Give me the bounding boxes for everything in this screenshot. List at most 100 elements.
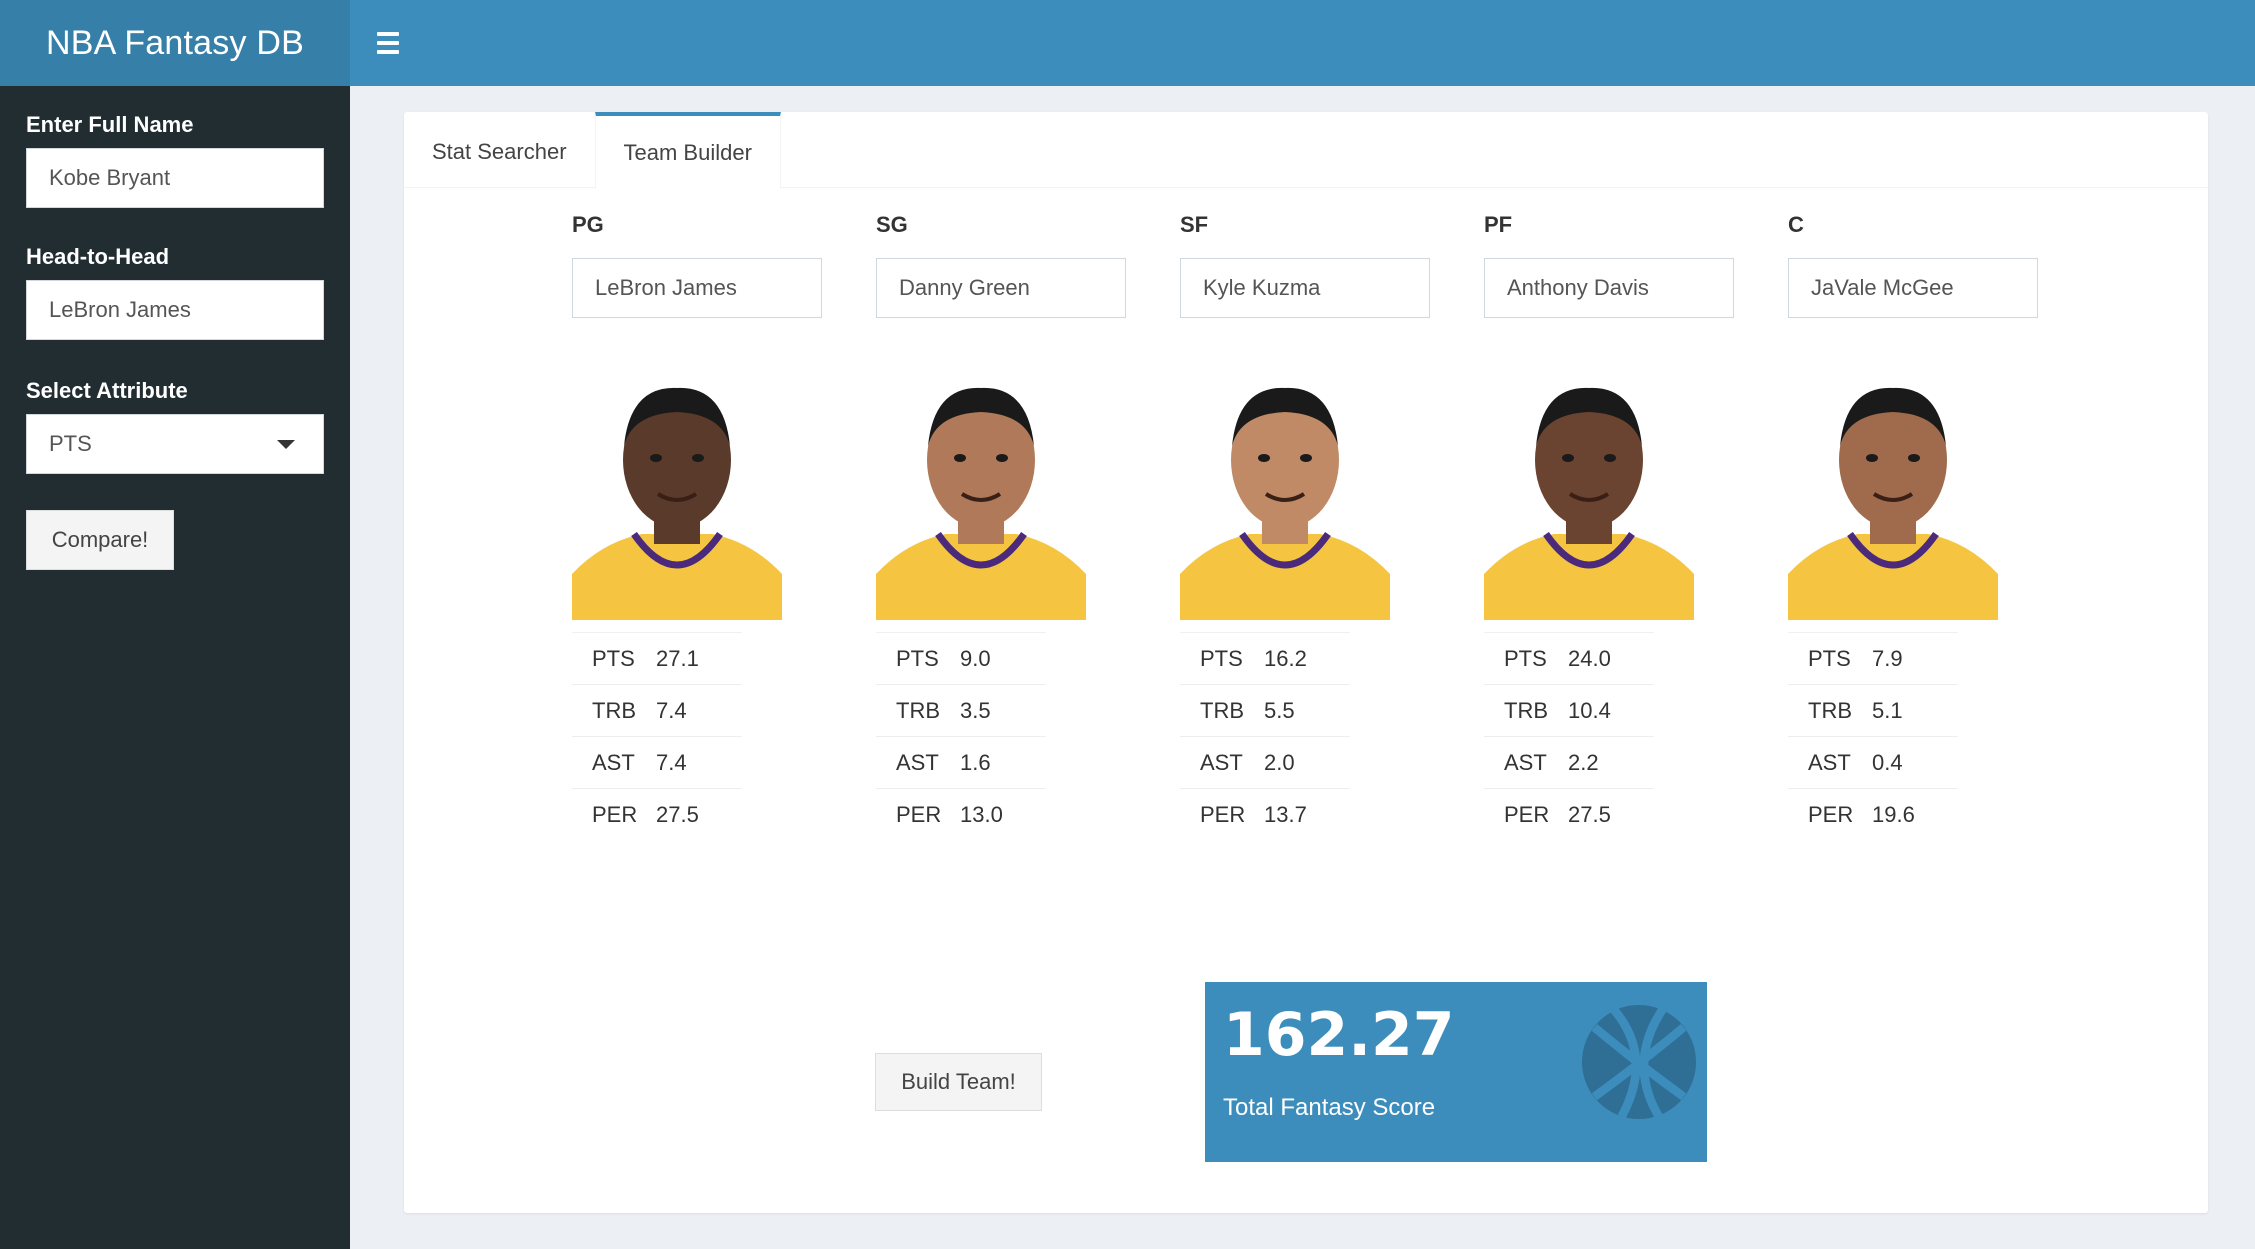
stat-name: PTS: [896, 645, 939, 671]
player-name-input[interactable]: Danny Green: [876, 258, 1126, 318]
stat-name: AST: [592, 749, 635, 775]
stat-value: 5.5: [1264, 697, 1295, 723]
stat-name: TRB: [592, 697, 636, 723]
stat-name: PER: [1808, 801, 1854, 827]
sidebar: Enter Full Name Kobe Bryant Head-to-Head…: [0, 86, 350, 1249]
stat-name: AST: [1200, 749, 1243, 775]
fantasy-score-box: 162.27 Total Fantasy Score: [1205, 982, 1707, 1162]
select-attribute-label: Select Attribute: [26, 378, 188, 403]
player-photo: [1484, 374, 1694, 620]
tab-stat-searcher[interactable]: Stat Searcher: [404, 112, 595, 188]
player-photo: [1788, 374, 1998, 620]
stat-name: PTS: [1808, 645, 1851, 671]
player-photo: [876, 374, 1086, 620]
player-photo: [572, 374, 782, 620]
stat-value: 27.1: [656, 645, 699, 671]
app-root: NBA Fantasy DB Enter Full Name Kobe Brya…: [0, 0, 2255, 1249]
stat-value: 27.5: [656, 801, 699, 827]
stat-value: 13.7: [1264, 801, 1307, 827]
stat-value: 24.0: [1568, 645, 1611, 671]
stat-row: PTS 24.0: [1484, 632, 1654, 684]
player-column-c: C JaVale McGee PTS 7.9 TRB 5.1 AST 0.4 PER 19.6: [1788, 212, 2038, 840]
player-name-input[interactable]: Kyle Kuzma: [1180, 258, 1430, 318]
stat-row: PTS 9.0: [876, 632, 1046, 684]
player-photo: [1180, 374, 1390, 620]
head-to-head-input[interactable]: LeBron James: [26, 280, 324, 340]
top-navbar: [350, 0, 2255, 86]
player-stats-table: PTS 7.9 TRB 5.1 AST 0.4 PER 19.6: [1788, 632, 1958, 840]
position-label: PF: [1484, 212, 1513, 237]
stat-name: PTS: [1200, 645, 1243, 671]
player-column-pf: PF Anthony Davis PTS 24.0 TRB 10.4 AST 2.2 PER 27…: [1484, 212, 1734, 840]
player-stats-table: PTS 24.0 TRB 10.4 AST 2.2 PER 27.5: [1484, 632, 1654, 840]
stat-value: 16.2: [1264, 645, 1307, 671]
stat-row: PTS 27.1: [572, 632, 742, 684]
stat-value: 5.1: [1872, 697, 1903, 723]
attribute-select-value: PTS: [49, 431, 92, 456]
player-name-input[interactable]: JaVale McGee: [1788, 258, 2038, 318]
tab-team-builder[interactable]: Team Builder: [594, 112, 781, 189]
stat-value: 7.9: [1872, 645, 1903, 671]
stat-name: AST: [1808, 749, 1851, 775]
stat-row: PTS 16.2: [1180, 632, 1350, 684]
attribute-select[interactable]: PTS: [26, 414, 324, 474]
compare-button[interactable]: Compare!: [26, 510, 174, 570]
stat-row: PER 27.5: [572, 788, 742, 840]
app-title[interactable]: NBA Fantasy DB: [0, 0, 350, 86]
stat-value: 0.4: [1872, 749, 1903, 775]
stat-name: PTS: [1504, 645, 1547, 671]
position-label: SG: [876, 212, 908, 237]
fantasy-score-label: Total Fantasy Score: [1223, 1094, 1436, 1121]
stat-value: 27.5: [1568, 801, 1611, 827]
position-label: PG: [572, 212, 604, 237]
stat-name: PER: [1200, 801, 1246, 827]
stat-value: 2.0: [1264, 749, 1295, 775]
player-stats-table: PTS 27.1 TRB 7.4 AST 7.4 PER 27.5: [572, 632, 742, 840]
full-name-label: Enter Full Name: [26, 112, 194, 137]
player-name-input[interactable]: Anthony Davis: [1484, 258, 1734, 318]
stat-row: TRB 5.5: [1180, 684, 1350, 736]
stat-row: PER 13.7: [1180, 788, 1350, 840]
stat-row: PTS 7.9: [1788, 632, 1958, 684]
full-name-input[interactable]: Kobe Bryant: [26, 148, 324, 208]
hamburger-icon[interactable]: [374, 24, 412, 62]
player-stats-table: PTS 9.0 TRB 3.5 AST 1.6 PER 13.0: [876, 632, 1046, 840]
stat-value: 7.4: [656, 697, 687, 723]
stat-name: AST: [896, 749, 939, 775]
fantasy-score-value: 162.27: [1223, 1000, 1455, 1070]
stat-name: PER: [592, 801, 638, 827]
team-positions: PG LeBron James PTS 27.1 TRB 7.4 AST 7.4 PER 27.5…: [572, 212, 2038, 840]
stat-row: TRB 5.1: [1788, 684, 1958, 736]
build-team-button[interactable]: Build Team!: [875, 1053, 1042, 1111]
stat-name: TRB: [1504, 697, 1548, 723]
stat-row: AST 7.4: [572, 736, 742, 788]
player-column-sf: SF Kyle Kuzma PTS 16.2 TRB 5.5 AST 2.0 PER 13.7: [1180, 212, 1430, 840]
stat-row: PER 19.6: [1788, 788, 1958, 840]
stat-name: PER: [1504, 801, 1550, 827]
player-name-input[interactable]: LeBron James: [572, 258, 822, 318]
stat-name: TRB: [896, 697, 940, 723]
caret-down-icon: [277, 439, 295, 449]
player-stats-table: PTS 16.2 TRB 5.5 AST 2.0 PER 13.7: [1180, 632, 1350, 840]
stat-row: TRB 7.4: [572, 684, 742, 736]
stat-value: 9.0: [960, 645, 991, 671]
stat-row: TRB 3.5: [876, 684, 1046, 736]
stat-row: AST 2.2: [1484, 736, 1654, 788]
stat-value: 19.6: [1872, 801, 1915, 827]
stat-name: PER: [896, 801, 942, 827]
stat-value: 1.6: [960, 749, 991, 775]
stat-row: AST 1.6: [876, 736, 1046, 788]
basketball-icon: [1581, 1004, 1697, 1120]
stat-row: PER 13.0: [876, 788, 1046, 840]
tab-bar: Stat Searcher Team Builder: [404, 112, 2208, 189]
stat-row: AST 2.0: [1180, 736, 1350, 788]
head-to-head-label: Head-to-Head: [26, 244, 170, 269]
main-panel: Stat Searcher Team Builder PG LeBron Jame…: [404, 112, 2208, 1213]
position-label: SF: [1180, 212, 1209, 237]
player-column-sg: SG Danny Green PTS 9.0 TRB 3.5 AST 1.6 PER 13.0: [876, 212, 1126, 840]
stat-row: TRB 10.4: [1484, 684, 1654, 736]
stat-value: 2.2: [1568, 749, 1599, 775]
position-label: C: [1788, 212, 1804, 237]
stat-name: AST: [1504, 749, 1547, 775]
stat-row: PER 27.5: [1484, 788, 1654, 840]
